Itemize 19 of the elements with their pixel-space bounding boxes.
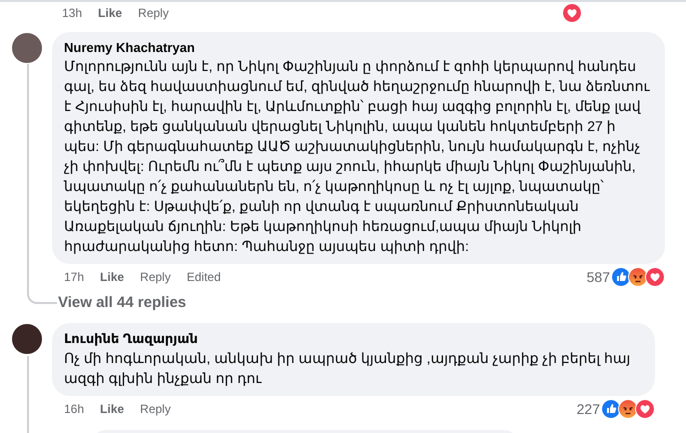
like-link[interactable]: Like [100, 270, 124, 284]
like-link[interactable]: Like [98, 6, 122, 20]
view-replies-link[interactable]: View all 44 replies [58, 294, 186, 311]
comment-time[interactable]: 16h [64, 402, 84, 416]
reply-link[interactable]: Reply [140, 402, 171, 416]
avatar[interactable] [12, 33, 42, 63]
reply-link[interactable]: Reply [138, 6, 169, 20]
author-name[interactable]: Լուսինե Ղազարյան [64, 331, 643, 347]
reaction-count[interactable]: 587 [586, 269, 610, 285]
edited-label[interactable]: Edited [186, 270, 221, 284]
author-name[interactable]: Nuremy Khachatryan [64, 40, 653, 55]
comment-time[interactable]: 13h [62, 6, 82, 20]
comment-time[interactable]: 17h [64, 270, 84, 284]
reply-link[interactable]: Reply [140, 270, 171, 284]
comment-text: Մոլորությունն այն է, որ Նիկոլ Փաշինյան ը փորձում է զոհի կերպարով հանդես գալ, ես ձեզ հավաստիացնում եմ, զինված հեղաշրջումը հնարովի է, նա ձեռնտու է Հյուսիսին էլ, հարավին էլ, Արևմուտքին՝ բացի հայ ազգից բոլորին էլ, մենք լավ գիտենք, եթե ցանկանան վերացնել Նիկոլին, ապա կանեն հոկտեմբերի 27 ի պես: Մի գերագնահատեք ԱԱԾ աշխատակիցներին, նույն համակարգն է, ոչինչ չի փոխվել: Ուրեմն ու՞մն է պետք այս շոուն, իհարկե միայն Նիկոլ Փաշինյանին, նպատակը ո՛չ քահանաներն են, ո՛չ կաթողիկոսը և ոչ էլ այլոք, նպատակը՝ եկեղեցին է: Սթափվե՛ք, քանի որ վտանգ է սպառնում Քրիստոնեական Առաքելական ճյուղին: Եթե կաթողիկոսի հեռացում,ապա միայն Նիկոլի հրաժարականից հետո: Պահանջը այսպես պիտի դրվի: [64, 57, 651, 256]
comment-text: Ոչ մի հոգևորական, անկախ իր ապրած կյանքից ,այդքան չարիք չի բերել հայ ազգի գլխին ինչքան որ դու [64, 349, 632, 388]
like-link[interactable]: Like [100, 402, 124, 416]
avatar[interactable] [12, 324, 42, 354]
reaction-count[interactable]: 227 [576, 401, 600, 417]
